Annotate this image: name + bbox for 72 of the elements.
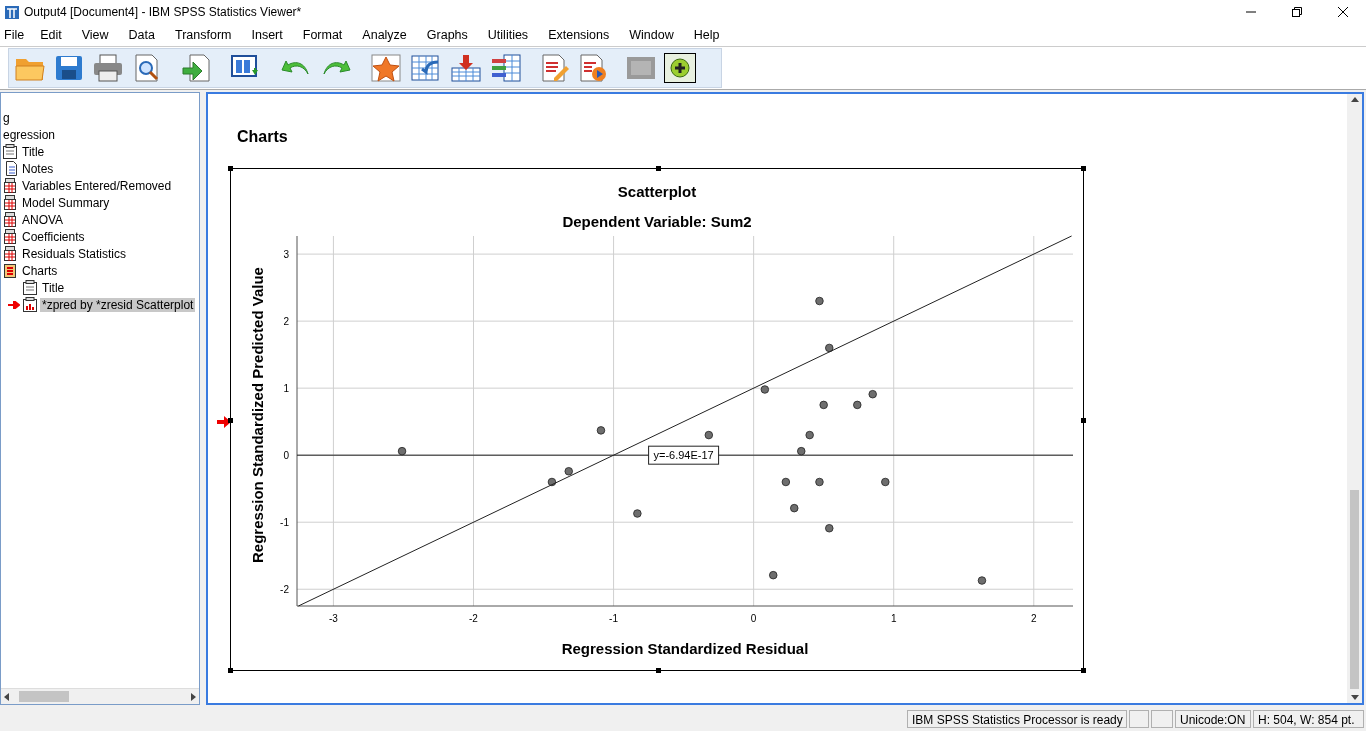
outline-item[interactable]: Charts: [20, 263, 60, 278]
x-tick-label: 1: [890, 613, 897, 624]
add-icon[interactable]: [664, 53, 696, 83]
outline-item[interactable]: Coefficients: [20, 229, 87, 244]
document-play-icon[interactable]: [578, 54, 608, 82]
empty-status-panel: [1151, 710, 1173, 728]
x-tick-label: 2: [1031, 613, 1037, 624]
x-tick-label: -1: [609, 613, 618, 624]
restore-icon: [1291, 6, 1303, 18]
table-down-arrow-icon[interactable]: [450, 54, 482, 82]
table-bars-icon[interactable]: [490, 54, 522, 82]
outline-item[interactable]: Model Summary: [20, 195, 112, 210]
horizontal-scrollbar[interactable]: [1, 688, 199, 704]
menu-item[interactable]: Format: [302, 28, 353, 42]
y-tick-label: -1: [280, 517, 289, 529]
status-message: IBM SPSS Statistics Processor is ready: [907, 710, 1127, 728]
chart-icon: [22, 297, 38, 312]
x-tick-label: 0: [750, 613, 757, 624]
document-icon: [22, 280, 38, 295]
menu-item[interactable]: Data: [128, 28, 165, 42]
y-tick-label: 1: [283, 383, 289, 395]
save-icon[interactable]: [54, 54, 84, 82]
document-pen-icon[interactable]: [540, 54, 570, 82]
y-tick-label: 2: [283, 316, 289, 328]
status-panel: Unicode:ON: [1175, 710, 1251, 728]
status-panel: H: 504, W: 854 pt.: [1253, 710, 1364, 728]
menu-item[interactable]: File: [4, 28, 35, 42]
outline-item[interactable]: Title: [20, 144, 47, 159]
menu-item[interactable]: Window: [629, 28, 684, 42]
app-icon: [4, 4, 20, 20]
window-title: Output4 [Document4] - IBM SPSS Statistics Viewer*: [24, 5, 302, 19]
y-axis-title: Regression Standardized Predicted Value: [249, 267, 266, 563]
y-tick-label: 0: [283, 450, 289, 462]
chart-subtitle: Dependent Variable: Sum2: [562, 213, 752, 230]
reference-line-label: y=-6.94E-17: [648, 445, 720, 465]
empty-status-panel: [1129, 710, 1149, 728]
star-icon[interactable]: [370, 54, 402, 82]
outline-item[interactable]: ANOVA: [20, 212, 66, 227]
x-axis-title: Regression Standardized Residual: [561, 640, 809, 657]
menu-item[interactable]: Help: [693, 28, 730, 42]
current-arrow-icon: [8, 300, 20, 309]
annotation: y=-6.94E-17: [653, 449, 714, 462]
menu-item[interactable]: Graphs: [426, 28, 478, 42]
outline-item[interactable]: Variables Entered/Removed: [20, 178, 174, 193]
x-tick-label: -2: [469, 613, 478, 624]
chart-frame[interactable]: Scatterplot Dependent Variable: Sum2 -3 -2 -1 0 1 2 -2 -1 0 1 2 3 y=-6.94E-17 Regression Standardized Residual Regression Standardized Predicted Value: [230, 168, 1084, 671]
chart-folder-icon: [2, 263, 18, 278]
x-tick-label: -3: [328, 613, 338, 624]
outline-item[interactable]: Notes: [20, 161, 56, 176]
scroll-thumb[interactable]: [1350, 490, 1359, 689]
table-arrow-icon[interactable]: [410, 54, 442, 82]
menu-item[interactable]: Transform: [175, 28, 242, 42]
outline-item[interactable]: *zpred by *zresid Scatterplot: [40, 297, 196, 312]
outline-item[interactable]: g: [1, 110, 12, 125]
menu-item[interactable]: View: [81, 28, 119, 42]
menu-item[interactable]: Edit: [40, 28, 72, 42]
menu-item[interactable]: Extensions: [548, 28, 620, 42]
menu-item[interactable]: Insert: [251, 28, 293, 42]
outline-item[interactable]: Title: [40, 280, 67, 295]
outline-item[interactable]: Residuals Statistics: [20, 246, 129, 261]
close-icon: [1337, 6, 1349, 18]
menu-item[interactable]: Analyze: [362, 28, 417, 42]
current-arrow-icon: [217, 416, 231, 428]
vertical-scrollbar[interactable]: [1347, 94, 1362, 703]
export-icon[interactable]: [180, 54, 212, 82]
chart-title: Scatterplot: [617, 183, 697, 200]
y-tick-label: -2: [280, 584, 289, 596]
outline-item[interactable]: egression: [1, 127, 58, 142]
section-heading: Charts: [237, 128, 289, 147]
menu-item[interactable]: Utilities: [487, 28, 539, 42]
y-tick-label: 3: [283, 249, 289, 261]
printer-icon[interactable]: [92, 54, 124, 82]
